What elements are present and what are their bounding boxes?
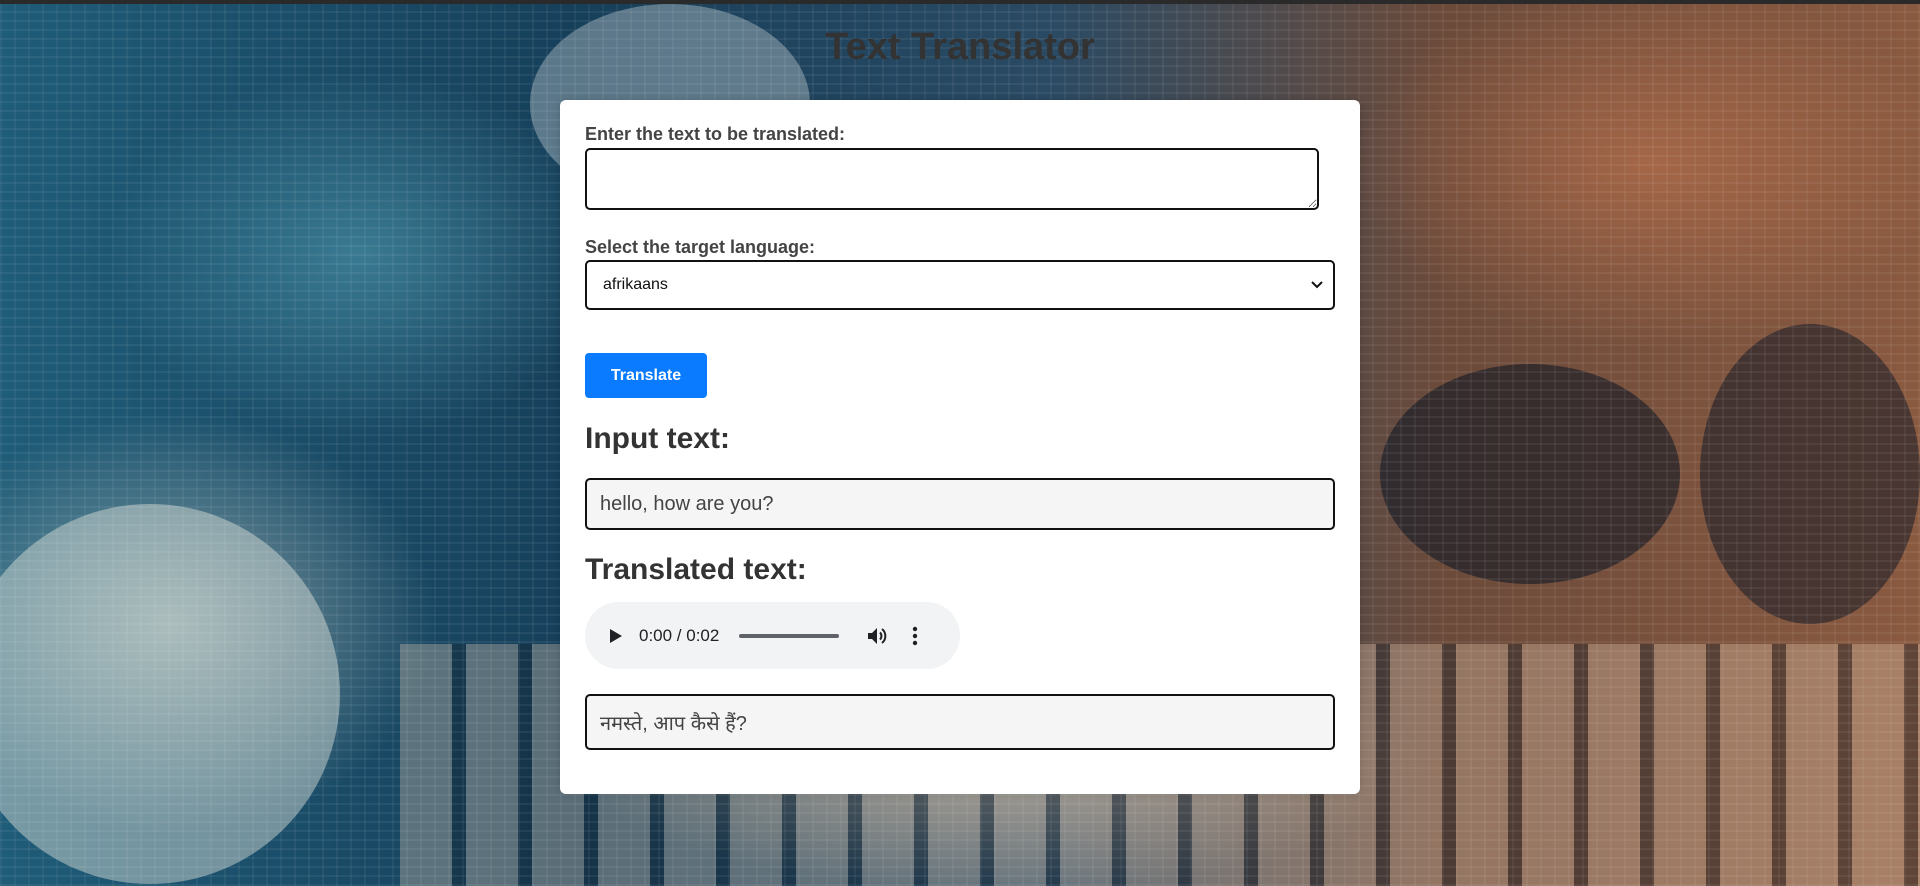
language-select[interactable]: afrikaans: [585, 260, 1335, 310]
text-input-field[interactable]: [585, 148, 1319, 210]
language-select-value: afrikaans: [603, 276, 668, 293]
translator-card: Enter the text to be translated: Select …: [560, 100, 1360, 794]
language-label: Select the target language:: [585, 237, 816, 257]
translate-button[interactable]: Translate: [585, 353, 707, 398]
audio-progress-bar[interactable]: [739, 633, 840, 638]
audio-player: 0:00 / 0:02: [585, 602, 960, 669]
input-text-display: hello, how are you?: [585, 478, 1335, 530]
page-title: Text Translator: [825, 26, 1095, 68]
input-text-heading: Input text:: [585, 422, 730, 455]
translated-text-display: नमस्ते, आप कैसे हैं?: [585, 694, 1335, 750]
play-icon[interactable]: [605, 626, 625, 646]
chevron-down-icon: [1311, 281, 1323, 289]
volume-icon[interactable]: [865, 624, 889, 648]
text-input-label: Enter the text to be translated:: [585, 124, 846, 144]
audio-time: 0:00 / 0:02: [639, 625, 720, 645]
more-vertical-icon[interactable]: [905, 624, 925, 648]
translated-text-heading: Translated text:: [585, 553, 807, 586]
